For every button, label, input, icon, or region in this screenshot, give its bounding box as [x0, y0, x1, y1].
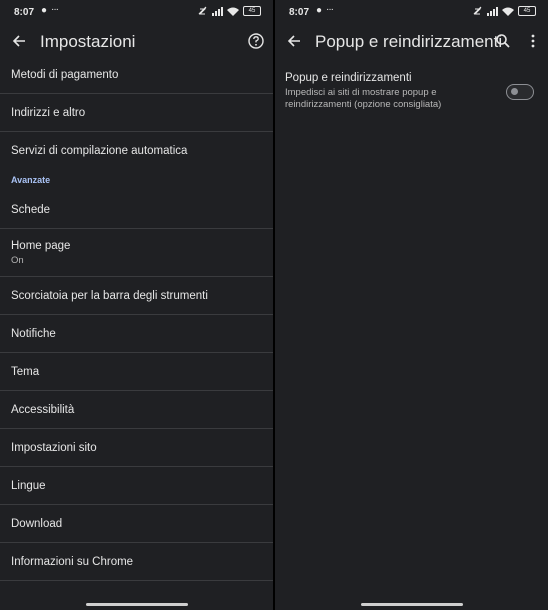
back-arrow-icon[interactable] — [10, 32, 28, 50]
settings-item-tema[interactable]: Tema — [0, 353, 273, 391]
preference-title: Popup e reindirizzamenti — [285, 72, 412, 84]
settings-item-label: Impostazioni sito — [11, 441, 97, 454]
battery-icon: 45 — [243, 6, 261, 16]
status-time: 8:07 — [289, 7, 310, 18]
status-time: 8:07 — [14, 7, 35, 18]
settings-item-label: Servizi di compilazione automatica — [11, 144, 188, 157]
popups-preference[interactable]: Popup e reindirizzamenti Impedisci ai si… — [285, 72, 538, 111]
settings-item-compilazione-automatica[interactable]: Servizi di compilazione automatica — [0, 132, 273, 169]
settings-item-notifiche[interactable]: Notifiche — [0, 315, 273, 353]
more-notifications-icon: ··· — [51, 4, 59, 15]
settings-item-download[interactable]: Download — [0, 505, 273, 543]
settings-item-scorciatoia[interactable]: Scorciatoia per la barra degli strumenti — [0, 277, 273, 315]
more-notifications-icon: ··· — [326, 4, 334, 15]
popups-screen: 8:07 ● ··· 45 Popup e reindirizzamenti P… — [275, 0, 548, 610]
app-bar: Popup e reindirizzamenti — [275, 26, 548, 58]
back-arrow-icon[interactable] — [285, 32, 303, 50]
mute-icon — [198, 6, 207, 15]
popups-toggle-switch[interactable] — [506, 84, 534, 100]
page-title: Impostazioni — [40, 32, 136, 51]
signal-icon — [487, 6, 498, 16]
settings-screen: 8:07 ● ··· 45 Impostazioni Metodi di pag… — [0, 0, 273, 610]
settings-item-label: Metodi di pagamento — [11, 68, 119, 81]
settings-item-label: Notifiche — [11, 327, 56, 340]
settings-item-label: Informazioni su Chrome — [11, 555, 134, 568]
settings-item-home-page[interactable]: Home page On — [0, 229, 273, 277]
search-icon[interactable] — [494, 32, 512, 50]
message-icon: ● — [316, 5, 323, 16]
settings-item-impostazioni-sito[interactable]: Impostazioni sito — [0, 429, 273, 467]
settings-item-accessibilita[interactable]: Accessibilità — [0, 391, 273, 429]
settings-item-lingue[interactable]: Lingue — [0, 467, 273, 505]
settings-item-metodi-pagamento[interactable]: Metodi di pagamento — [0, 56, 273, 94]
settings-item-label: Lingue — [11, 479, 46, 492]
preference-description: Impedisci ai siti di mostrare popup e re… — [285, 87, 442, 110]
settings-list: Metodi di pagamento Indirizzi e altro Se… — [0, 56, 273, 581]
settings-item-schede[interactable]: Schede — [0, 191, 273, 229]
settings-item-indirizzi[interactable]: Indirizzi e altro — [0, 94, 273, 132]
settings-item-label: Download — [11, 517, 63, 530]
signal-icon — [212, 6, 223, 16]
more-vert-icon[interactable] — [524, 32, 542, 50]
settings-item-sublabel: On — [11, 254, 24, 266]
toggle-knob — [511, 88, 518, 95]
settings-item-label: Indirizzi e altro — [11, 106, 86, 119]
wifi-icon — [227, 7, 239, 16]
app-bar: Impostazioni — [0, 26, 273, 58]
settings-item-label: Tema — [11, 365, 40, 378]
message-icon: ● — [41, 5, 48, 16]
gesture-nav-bar[interactable] — [85, 603, 188, 606]
settings-item-informazioni[interactable]: Informazioni su Chrome — [0, 543, 273, 581]
gesture-nav-bar[interactable] — [360, 603, 463, 606]
status-bar: 8:07 ● ··· 45 — [275, 0, 548, 26]
help-icon[interactable] — [247, 32, 265, 50]
wifi-icon — [502, 7, 514, 16]
status-bar: 8:07 ● ··· 45 — [0, 0, 273, 26]
settings-item-label: Home page — [11, 239, 71, 252]
settings-item-label: Accessibilità — [11, 403, 75, 416]
settings-item-label: Schede — [11, 203, 51, 216]
page-title: Popup e reindirizzamenti — [315, 32, 503, 51]
mute-icon — [473, 6, 482, 15]
settings-item-label: Scorciatoia per la barra degli strumenti — [11, 289, 208, 302]
section-header-avanzate: Avanzate — [11, 175, 51, 185]
battery-icon: 45 — [518, 6, 536, 16]
